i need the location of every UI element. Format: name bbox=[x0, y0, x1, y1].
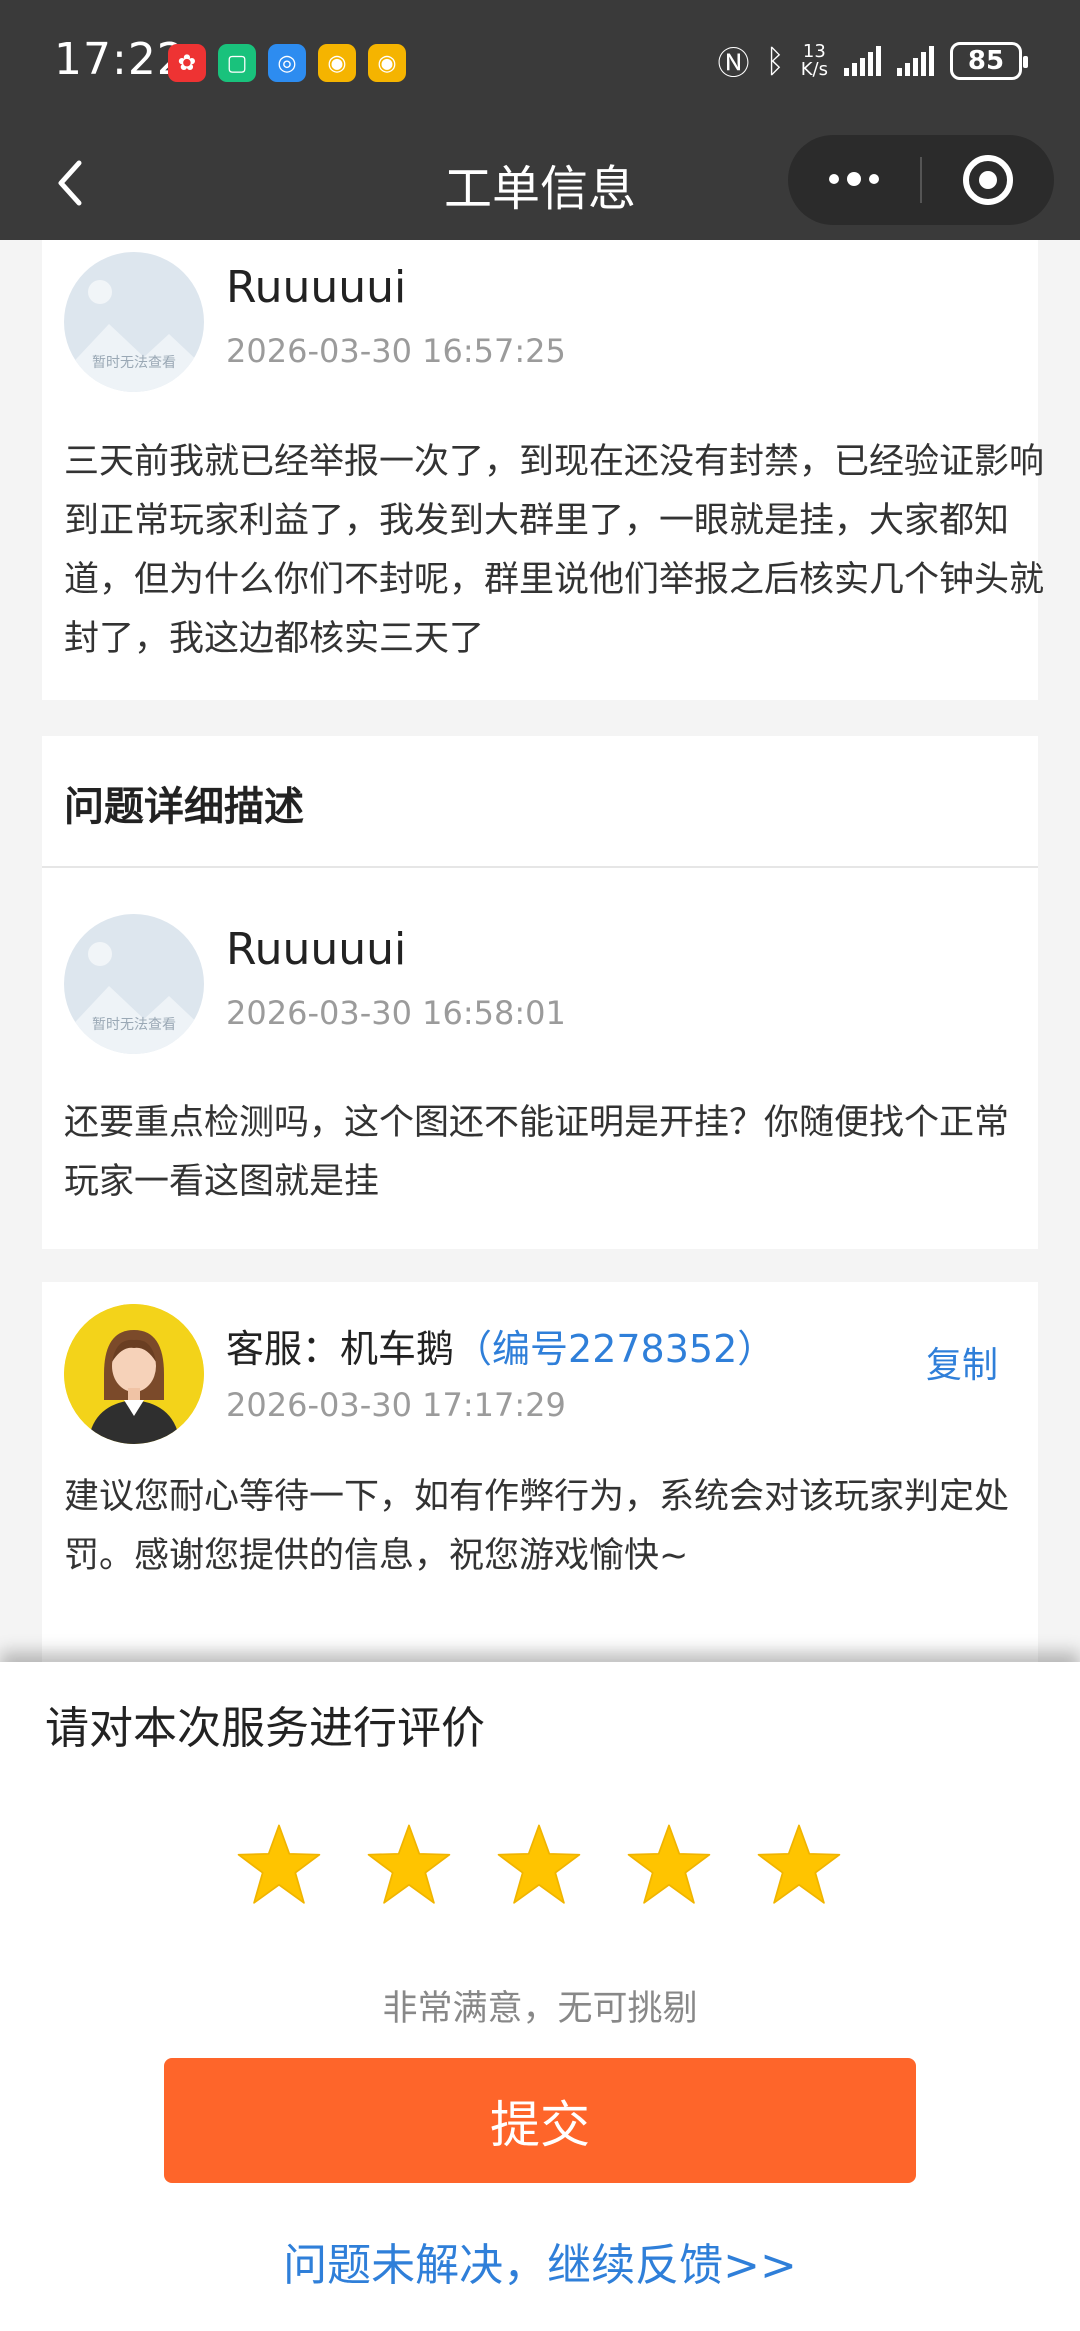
rating-title: 请对本次服务进行评价 bbox=[45, 1703, 485, 1754]
avatar-caption: 暂时无法查看 bbox=[92, 355, 176, 371]
user-name: Ruuuuui bbox=[226, 924, 407, 975]
battery-icon: 85 bbox=[950, 42, 1028, 80]
star-icon[interactable] bbox=[496, 1822, 582, 1908]
detail-section: 问题详细描述 暂时无法查看 Ruuuuui 2026-03-30 16:58:0… bbox=[42, 736, 1038, 1249]
section-title: 问题详细描述 bbox=[64, 784, 304, 830]
section-divider bbox=[42, 866, 1038, 868]
copy-button[interactable]: 复制 bbox=[926, 1336, 998, 1388]
battery-level: 85 bbox=[967, 46, 1005, 76]
submit-button[interactable]: 提交 bbox=[164, 2058, 916, 2183]
more-button[interactable] bbox=[788, 172, 920, 186]
message-time: 2026-03-30 16:58:01 bbox=[226, 994, 566, 1032]
status-bar: 17:22 ✿ ▢ ◎ ◉ ◉ Ⓝ ᛒ 13 K/s 85 bbox=[0, 0, 1080, 125]
rating-sheet: 请对本次服务进行评价 非常满意，无可挑剔 提交 问题未解决，继续反馈>> bbox=[0, 1662, 1080, 2331]
message-text: 还要重点检测吗，这个图还不能证明是开挂？你随便找个正常玩家一看这图就是挂 bbox=[64, 1103, 1010, 1202]
continue-feedback-link[interactable]: 问题未解决，继续反馈>> bbox=[0, 2229, 1080, 2293]
mi-app-icon: ▢ bbox=[218, 44, 256, 82]
star-icon[interactable] bbox=[366, 1822, 452, 1908]
signal-icon bbox=[844, 46, 881, 76]
network-speed-unit: K/s bbox=[800, 59, 828, 80]
staff-reply-card: 客服：机车鹅（编号2278352） 复制 2026-03-30 17:17:29… bbox=[42, 1282, 1038, 1672]
mini-program-capsule bbox=[788, 135, 1054, 225]
star-icon[interactable] bbox=[756, 1822, 842, 1908]
staff-id: （编号2278352） bbox=[454, 1327, 776, 1371]
weibo-icon: ◉ bbox=[368, 44, 406, 82]
staff-name: 客服：机车鹅 bbox=[226, 1327, 455, 1371]
avatar: 暂时无法查看 bbox=[64, 252, 204, 392]
message-card: 暂时无法查看 Ruuuuui 2026-03-30 16:57:25 三天前我就… bbox=[42, 240, 1044, 700]
close-mini-program-button[interactable] bbox=[922, 155, 1054, 205]
staff-avatar bbox=[64, 1304, 204, 1444]
user-name: Ruuuuui bbox=[226, 262, 407, 313]
avatar: 暂时无法查看 bbox=[64, 914, 204, 1054]
chat-app-icon: ◎ bbox=[268, 44, 306, 82]
message-text: 建议您耐心等待一下，如有作弊行为，系统会对该玩家判定处罚。感谢您提供的信息，祝您… bbox=[64, 1477, 1010, 1576]
star-rating bbox=[236, 1822, 842, 1908]
notification-icons: ✿ ▢ ◎ ◉ ◉ bbox=[168, 44, 406, 82]
weibo-icon: ◉ bbox=[318, 44, 356, 82]
agent-avatar-icon bbox=[64, 1304, 204, 1444]
avatar-caption: 暂时无法查看 bbox=[92, 1017, 176, 1033]
rating-label: 非常满意，无可挑剔 bbox=[382, 1989, 698, 2029]
staff-name-line: 客服：机车鹅（编号2278352） bbox=[226, 1318, 775, 1373]
game-app-icon: ✿ bbox=[168, 44, 206, 82]
message-time: 2026-03-30 16:57:25 bbox=[226, 332, 566, 370]
system-indicators: Ⓝ ᛒ 13 K/s 85 bbox=[717, 38, 1028, 84]
network-speed: 13 K/s bbox=[801, 43, 828, 79]
message-text: 三天前我就已经举报一次了，到现在还没有封禁，已经验证影响到正常玩家利益了，我发到… bbox=[64, 442, 1045, 659]
star-icon[interactable] bbox=[626, 1822, 712, 1908]
star-icon[interactable] bbox=[236, 1822, 322, 1908]
signal-icon bbox=[897, 46, 934, 76]
bluetooth-icon: ᛒ bbox=[765, 42, 785, 80]
nav-bar: 工单信息 bbox=[0, 125, 1080, 240]
target-icon bbox=[963, 155, 1013, 205]
message-time: 2026-03-30 17:17:29 bbox=[226, 1386, 566, 1424]
nfc-icon: Ⓝ bbox=[717, 44, 750, 82]
clock: 17:22 bbox=[54, 34, 186, 85]
